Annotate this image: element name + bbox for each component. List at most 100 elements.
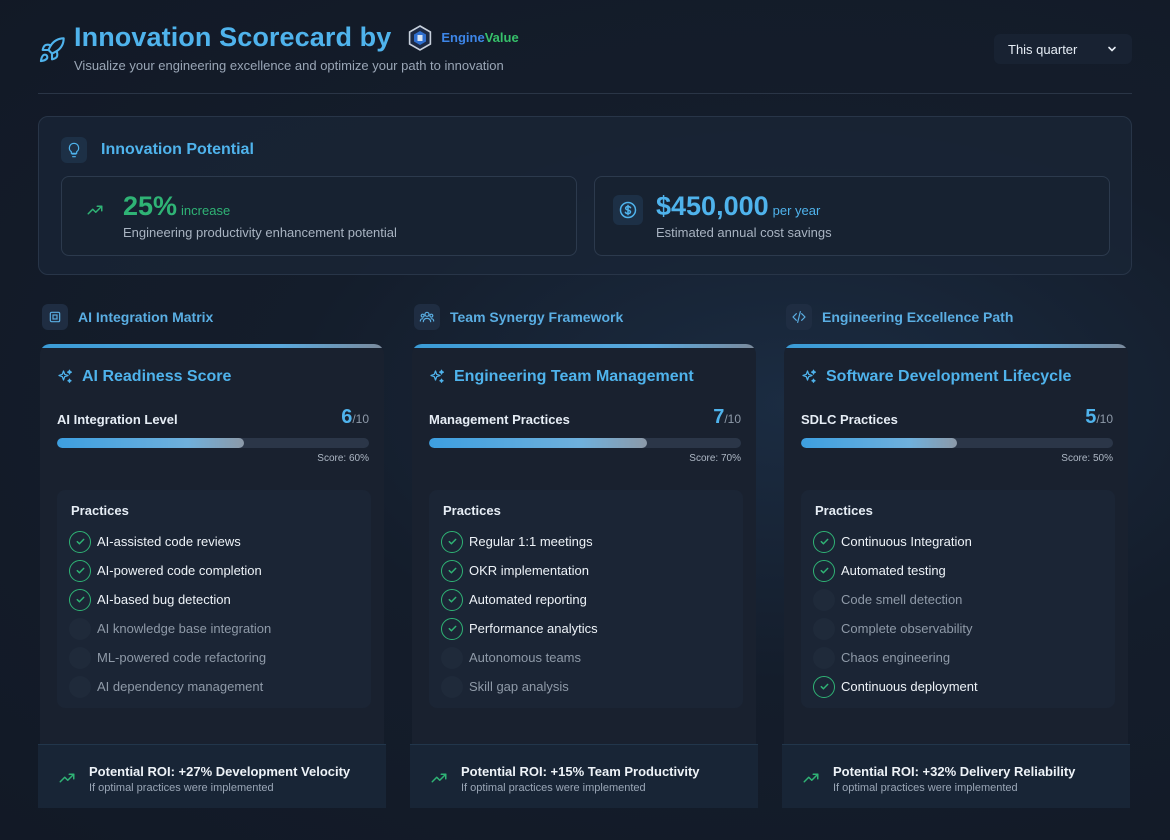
practice-item: Autonomous teams [441, 643, 598, 672]
practices-title: Practices [815, 503, 873, 518]
enginevalue-logo [409, 24, 432, 51]
practice-item: AI-assisted code reviews [69, 527, 271, 556]
trending-up-icon [431, 773, 447, 783]
score-progress-bar [57, 438, 369, 448]
check-circle-icon [69, 530, 91, 553]
roi-subtitle: If optimal practices were implemented [89, 782, 274, 794]
period-select[interactable]: This quarter [994, 34, 1132, 64]
sparkles-icon [802, 369, 817, 383]
trending-up-icon [803, 773, 819, 783]
practice-label: Code smell detection [841, 592, 963, 607]
practice-label: Continuous Integration [841, 534, 972, 549]
score-card: AI Readiness Score AI Integration Level … [40, 344, 384, 744]
level-label: Management Practices [429, 412, 570, 427]
practice-item: AI-powered code completion [69, 556, 271, 585]
level-label: SDLC Practices [801, 412, 898, 427]
check-circle-icon [813, 530, 835, 553]
team-synergy-column: Team Synergy Framework Engineering Team … [410, 300, 758, 812]
practice-item: Continuous Integration [813, 527, 978, 556]
score-percent: Score: 50% [1061, 453, 1113, 464]
practice-label: AI-based bug detection [97, 592, 231, 607]
period-select-value: This quarter [1008, 41, 1078, 57]
roi-subtitle: If optimal practices were implemented [461, 782, 646, 794]
practice-item: Complete observability [813, 614, 978, 643]
roi-panel: Potential ROI: +32% Delivery Reliability… [782, 744, 1130, 808]
cpu-chip-icon [42, 304, 68, 330]
practice-label: AI dependency management [97, 679, 264, 694]
card-title: Software Development Lifecycle [826, 368, 1072, 385]
productivity-desc: Engineering productivity enhancement pot… [123, 225, 397, 240]
practice-label: Skill gap analysis [469, 679, 569, 694]
empty-circle-icon [441, 646, 463, 669]
roi-panel: Potential ROI: +15% Team Productivity If… [410, 744, 758, 808]
savings-desc: Estimated annual cost savings [656, 225, 832, 240]
practices-panel: Practices Regular 1:1 meetings OKR implem… [429, 490, 743, 708]
ai-integration-column: AI Integration Matrix AI Readiness Score… [38, 300, 386, 812]
empty-circle-icon [813, 646, 835, 669]
card-title: AI Readiness Score [82, 368, 232, 385]
practice-item: Continuous deployment [813, 672, 978, 701]
empty-circle-icon [69, 675, 91, 698]
productivity-value: 25% increase [123, 191, 231, 221]
card-title: Engineering Team Management [454, 368, 694, 385]
level-score: 6/10 [341, 406, 369, 428]
practice-label: Automated testing [841, 563, 946, 578]
rocket-icon [39, 37, 65, 63]
check-circle-icon [441, 530, 463, 553]
brand-name: EngineValue [441, 30, 519, 45]
score-card: Software Development Lifecycle SDLC Prac… [784, 344, 1128, 744]
practice-item: Code smell detection [813, 585, 978, 614]
score-percent: Score: 70% [689, 453, 741, 464]
level-score: 5/10 [1085, 406, 1113, 428]
practice-label: AI knowledge base integration [97, 621, 272, 636]
practices-panel: Practices Continuous Integration Automate… [801, 490, 1115, 708]
check-circle-icon [69, 559, 91, 582]
roi-title: Potential ROI: +15% Team Productivity [461, 764, 700, 779]
practice-item: Performance analytics [441, 614, 598, 643]
score-progress-bar [429, 438, 741, 448]
practice-label: AI-powered code completion [97, 563, 262, 578]
practice-label: AI-assisted code reviews [97, 534, 241, 549]
empty-circle-icon [69, 617, 91, 640]
practice-item: Automated reporting [441, 585, 598, 614]
engineering-excellence-column: Engineering Excellence Path Software Dev… [782, 300, 1130, 812]
savings-value: $450,000 per year [656, 191, 821, 221]
practice-item: Chaos engineering [813, 643, 978, 672]
practice-label: Continuous deployment [841, 679, 978, 694]
level-score: 7/10 [713, 406, 741, 428]
users-icon [414, 304, 440, 330]
section-title: Engineering Excellence Path [822, 309, 1014, 325]
practice-label: Regular 1:1 meetings [469, 534, 593, 549]
sparkles-icon [430, 369, 445, 383]
score-percent: Score: 60% [317, 453, 369, 464]
check-circle-icon [813, 675, 835, 698]
practice-label: ML-powered code refactoring [97, 650, 267, 665]
sparkles-icon [58, 369, 73, 383]
level-label: AI Integration Level [57, 412, 178, 427]
check-circle-icon [69, 588, 91, 611]
trending-up-icon [80, 195, 110, 225]
practice-item: AI knowledge base integration [69, 614, 271, 643]
productivity-metric-card: 25% increase Engineering productivity enh… [61, 176, 577, 256]
roi-title: Potential ROI: +32% Delivery Reliability [833, 764, 1076, 779]
savings-metric-card: $450,000 per year Estimated annual cost s… [594, 176, 1110, 256]
roi-title: Potential ROI: +27% Development Velocity [89, 764, 351, 779]
dollar-icon [613, 195, 643, 225]
empty-circle-icon [813, 588, 835, 611]
practices-title: Practices [443, 503, 501, 518]
check-circle-icon [441, 559, 463, 582]
section-title: Team Synergy Framework [450, 309, 624, 325]
lightbulb-icon [61, 137, 87, 163]
empty-circle-icon [813, 617, 835, 640]
roi-panel: Potential ROI: +27% Development Velocity… [38, 744, 386, 808]
practice-label: Performance analytics [469, 621, 598, 636]
innovation-potential-panel: Innovation Potential 25% increase Enginee… [38, 116, 1132, 275]
page-subtitle: Visualize your engineering excellence an… [74, 58, 504, 73]
code-icon [786, 304, 812, 330]
practice-item: Regular 1:1 meetings [441, 527, 598, 556]
page-title: Innovation Scorecard by [74, 22, 392, 52]
practice-item: Skill gap analysis [441, 672, 598, 701]
potential-title: Innovation Potential [101, 141, 254, 158]
score-progress-bar [801, 438, 1113, 448]
empty-circle-icon [441, 675, 463, 698]
